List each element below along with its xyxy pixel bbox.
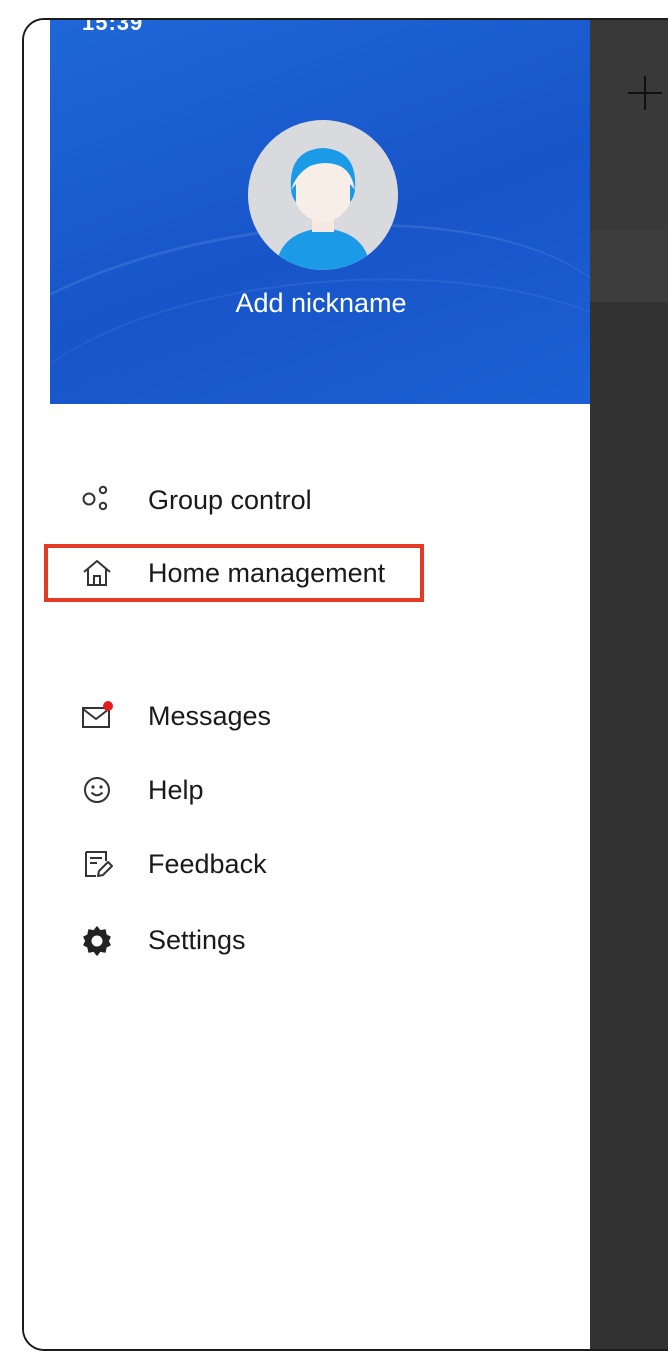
menu-item-messages[interactable]: Messages bbox=[80, 691, 271, 741]
group-control-icon bbox=[80, 483, 114, 517]
menu-label-settings: Settings bbox=[148, 924, 246, 955]
dimmed-main-screen[interactable] bbox=[590, 20, 668, 1349]
unread-badge bbox=[103, 701, 113, 711]
plus-icon[interactable] bbox=[628, 76, 662, 110]
menu-label-help: Help bbox=[148, 774, 204, 805]
menu-item-group-control[interactable]: Group control bbox=[80, 475, 312, 525]
highlight-annotation bbox=[44, 544, 424, 602]
avatar[interactable] bbox=[248, 120, 398, 270]
nickname-label[interactable]: Add nickname bbox=[24, 288, 618, 319]
menu-item-help[interactable]: Help bbox=[80, 765, 204, 815]
avatar-icon bbox=[248, 120, 398, 270]
menu-label-messages: Messages bbox=[148, 700, 272, 731]
gear-icon bbox=[80, 923, 114, 957]
main-screen-topbar bbox=[590, 20, 668, 230]
menu-item-settings[interactable]: Settings bbox=[80, 915, 246, 965]
smiley-icon bbox=[80, 773, 114, 807]
side-drawer: 15:39 Add nickname Group control Home ma… bbox=[24, 20, 590, 1349]
menu-item-feedback[interactable]: Feedback bbox=[80, 839, 267, 889]
mail-icon bbox=[80, 699, 114, 733]
status-time: 15:39 bbox=[82, 18, 144, 35]
main-screen-band bbox=[590, 230, 668, 302]
phone-frame: 15:39 Add nickname Group control Home ma… bbox=[22, 18, 668, 1351]
menu-label-group-control: Group control bbox=[148, 484, 312, 515]
feedback-icon bbox=[80, 847, 114, 881]
menu-label-feedback: Feedback bbox=[148, 848, 267, 879]
